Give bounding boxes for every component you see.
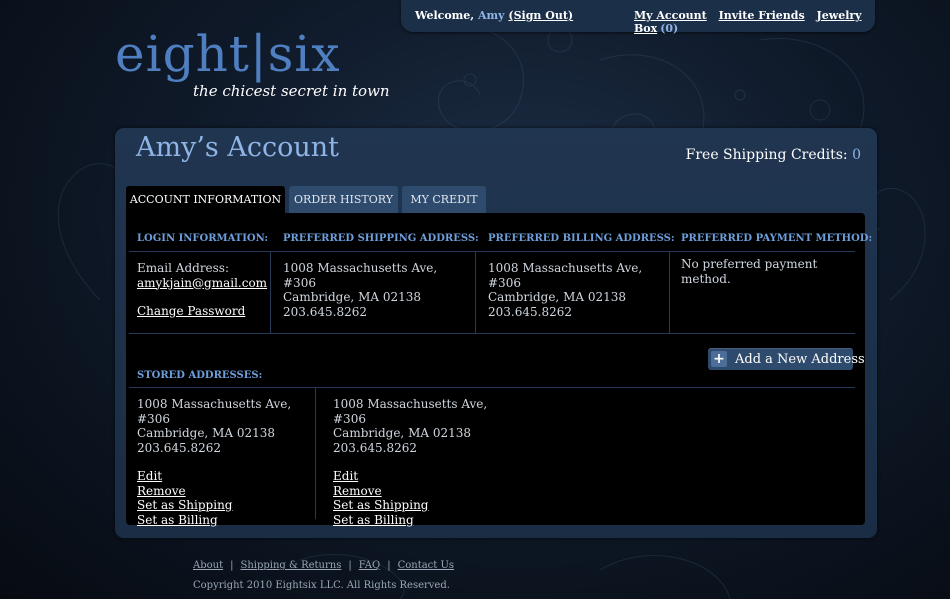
footer-contact-link[interactable]: Contact Us [398,560,454,571]
divider [129,251,855,252]
set-as-shipping-link[interactable]: Set as Shipping [333,498,523,513]
site-logo[interactable]: eight|six the chicest secret in town [115,25,390,100]
address-phone: 203.645.8262 [488,304,572,319]
login-info-block: Email Address: amykjain@gmail.com Change… [137,261,267,319]
address-line1: 1008 Massachusetts Ave, #306 [137,397,292,426]
shipping-address-header: PREFERRED SHIPPING ADDRESS: [283,233,479,244]
change-password-link[interactable]: Change Password [137,304,267,319]
welcome-prefix: Welcome, [415,9,475,22]
footer-about-link[interactable]: About [193,560,223,571]
address-phone: 203.645.8262 [283,304,367,319]
divider [315,387,316,519]
footer-links: About | Shipping & Returns | FAQ | Contact Us [193,560,454,571]
account-panel: Amy’s Account Free Shipping Credits: 0 A… [115,128,877,538]
divider [270,251,271,333]
payment-method-text: No preferred payment method. [681,257,818,286]
footer-separator: | [230,560,234,571]
shipping-credits-label: Free Shipping Credits: [685,147,848,163]
invite-friends-link[interactable]: Invite Friends [719,9,805,22]
sign-out-link[interactable]: (Sign Out) [508,9,573,22]
stored-address-card: 1008 Massachusetts Ave, #306 Cambridge, … [333,397,523,527]
tab-my-credit[interactable]: MY CREDIT [402,186,486,213]
set-as-shipping-link[interactable]: Set as Shipping [137,498,312,513]
billing-address-header: PREFERRED BILLING ADDRESS: [488,233,675,244]
footer-separator: | [387,560,391,571]
address-line1: 1008 Massachusetts Ave, #306 [333,397,488,426]
logo-tagline: the chicest secret in town [193,82,390,100]
set-as-billing-link[interactable]: Set as Billing [333,513,523,528]
address-line2: Cambridge, MA 02138 [283,290,422,304]
footer-copyright: Copyright 2010 Eightsix LLC. All Rights … [193,580,450,591]
jewelry-box-count: (0) [660,22,679,35]
shipping-credits: Free Shipping Credits: 0 [686,147,861,163]
payment-method-header: PREFERRED PAYMENT METHOD: [681,233,873,244]
preferred-billing-address: 1008 Massachusetts Ave, #306 Cambridge, … [488,261,666,319]
address-line2: Cambridge, MA 02138 [488,290,627,304]
footer-faq-link[interactable]: FAQ [359,560,381,571]
tab-order-history[interactable]: ORDER HISTORY [289,186,398,213]
set-as-billing-link[interactable]: Set as Billing [137,513,312,528]
divider [129,333,855,334]
address-line1: 1008 Massachusetts Ave, #306 [488,261,643,290]
account-content: LOGIN INFORMATION: PREFERRED SHIPPING AD… [126,213,872,527]
email-label: Email Address: [137,261,230,275]
footer-separator: | [348,560,352,571]
address-phone: 203.645.8262 [137,440,221,455]
tab-account-information[interactable]: ACCOUNT INFORMATION [126,186,285,213]
welcome-message: Welcome, Amy (Sign Out) [415,9,573,22]
plus-icon: + [711,351,727,367]
edit-address-link[interactable]: Edit [333,469,523,484]
preferred-shipping-address: 1008 Massachusetts Ave, #306 Cambridge, … [283,261,468,319]
address-line2: Cambridge, MA 02138 [137,426,276,440]
shipping-credits-value: 0 [852,147,861,163]
login-info-header: LOGIN INFORMATION: [137,233,269,244]
address-line2: Cambridge, MA 02138 [333,426,472,440]
logo-wordmark: eight|six [115,25,341,83]
page-title: Amy’s Account [136,132,340,163]
user-name: Amy [477,9,505,22]
divider [669,251,670,333]
top-links: My Account Invite Friends Jewelry Box (0) [634,9,875,35]
stored-addresses-header: STORED ADDRESSES: [137,370,263,381]
stored-address-card: 1008 Massachusetts Ave, #306 Cambridge, … [137,397,312,527]
add-new-address-button[interactable]: + Add a New Address [708,348,865,370]
footer-shipping-returns-link[interactable]: Shipping & Returns [240,560,341,571]
top-bar: Welcome, Amy (Sign Out) My Account Invit… [401,0,875,35]
edit-address-link[interactable]: Edit [137,469,312,484]
remove-address-link[interactable]: Remove [333,484,523,499]
address-line1: 1008 Massachusetts Ave, #306 [283,261,438,290]
my-account-link[interactable]: My Account [634,9,707,22]
add-new-address-label: Add a New Address [735,352,865,367]
divider [129,387,855,388]
address-phone: 203.645.8262 [333,440,417,455]
remove-address-link[interactable]: Remove [137,484,312,499]
email-link[interactable]: amykjain@gmail.com [137,276,267,291]
divider [475,251,476,333]
